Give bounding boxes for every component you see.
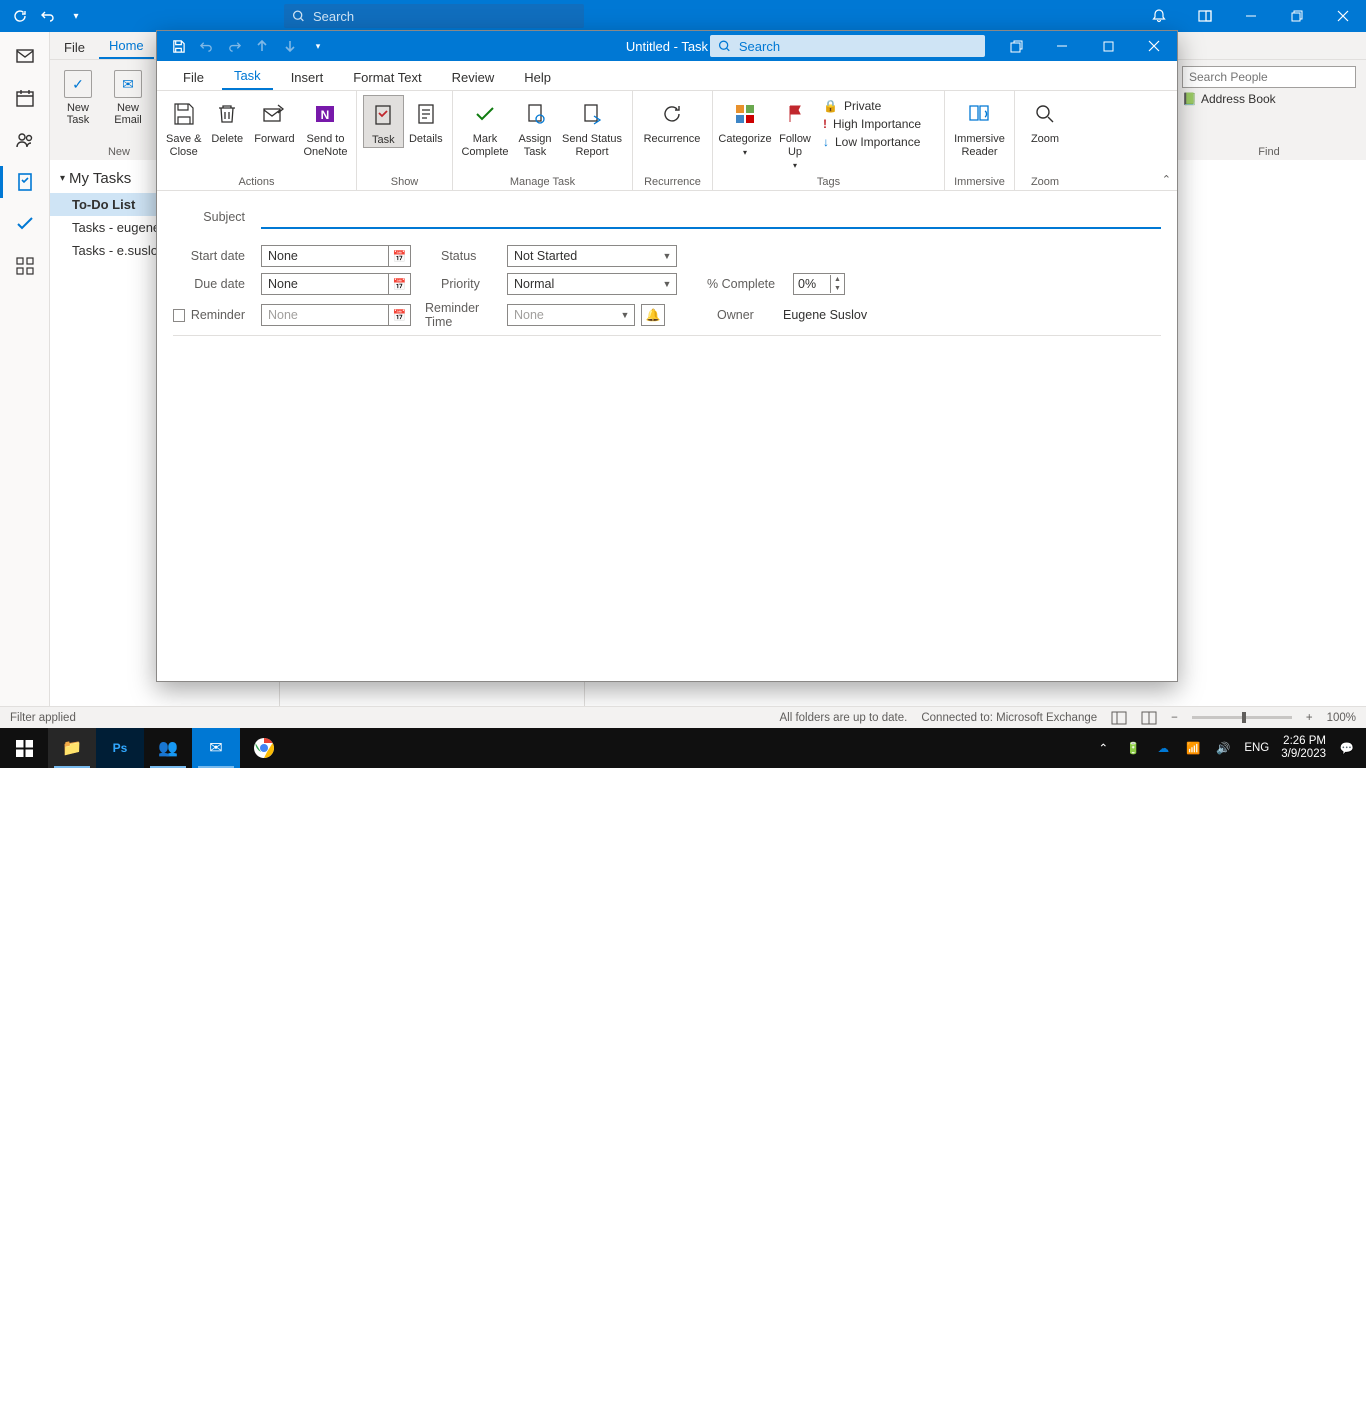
categorize-button[interactable]: Categorize▾ xyxy=(719,95,771,159)
send-to-onenote-button[interactable]: NSend to OneNote xyxy=(301,95,350,159)
start-date-label: Start date xyxy=(173,249,261,263)
subject-label: Subject xyxy=(173,210,261,224)
delete-button[interactable]: Delete xyxy=(206,95,247,146)
assign-task-button[interactable]: Assign Task xyxy=(513,95,557,159)
calendar-icon[interactable]: 📅 xyxy=(388,246,410,266)
reminder-date-field[interactable]: None📅 xyxy=(261,304,411,326)
tasks-icon[interactable] xyxy=(13,170,37,194)
show-details-button[interactable]: Details xyxy=(406,95,446,146)
todo-icon[interactable] xyxy=(13,212,37,236)
sync-icon[interactable] xyxy=(12,8,28,24)
outlook-search-input[interactable] xyxy=(313,9,576,24)
priority-label: Priority xyxy=(437,277,507,291)
status-label: Status xyxy=(437,249,507,263)
chevron-down-icon: ▼ xyxy=(616,310,634,320)
nav-rail xyxy=(0,32,50,728)
undo-icon[interactable] xyxy=(197,37,215,55)
taskbar-explorer[interactable]: 📁 xyxy=(48,728,96,768)
mark-complete-button[interactable]: Mark Complete xyxy=(459,95,511,159)
reminder-time-label: Reminder Time xyxy=(421,301,507,329)
tray-wifi-icon[interactable]: 📶 xyxy=(1184,741,1202,755)
start-button[interactable] xyxy=(0,728,48,768)
prev-item-icon[interactable] xyxy=(253,37,271,55)
tray-volume-icon[interactable]: 🔊 xyxy=(1214,741,1232,755)
tray-clock[interactable]: 2:26 PM3/9/2023 xyxy=(1281,735,1326,761)
reminder-label-wrap: Reminder xyxy=(173,308,261,322)
task-tab-insert[interactable]: Insert xyxy=(279,65,336,90)
recurrence-button[interactable]: Recurrence xyxy=(639,95,705,146)
status-bar: Filter applied All folders are up to dat… xyxy=(0,706,1366,728)
task-tab-task[interactable]: Task xyxy=(222,63,273,90)
next-item-icon[interactable] xyxy=(281,37,299,55)
calendar-icon[interactable] xyxy=(13,86,37,110)
chevron-down-icon: ▼ xyxy=(658,251,676,261)
view-reading-icon[interactable] xyxy=(1141,711,1157,725)
taskbar-teams[interactable]: 👥 xyxy=(144,728,192,768)
calendar-icon[interactable]: 📅 xyxy=(388,305,410,325)
group-show-label: Show xyxy=(363,174,446,188)
forward-button[interactable]: Forward xyxy=(250,95,299,146)
svg-text:N: N xyxy=(321,108,330,122)
group-manage-label: Manage Task xyxy=(459,174,626,188)
tray-language[interactable]: ENG xyxy=(1244,742,1269,754)
save-close-button[interactable]: Save & Close xyxy=(163,95,204,159)
new-email-button[interactable]: ✉New Email xyxy=(106,64,150,144)
tray-chevron-icon[interactable]: ⌃ xyxy=(1094,741,1112,755)
tab-home[interactable]: Home xyxy=(99,34,154,59)
task-tab-file[interactable]: File xyxy=(171,65,216,90)
new-task-button[interactable]: ✓New Task xyxy=(56,64,100,144)
taskbar-photoshop[interactable]: Ps xyxy=(96,728,144,768)
owner-label: Owner xyxy=(713,308,783,322)
tray-notifications-icon[interactable]: 💬 xyxy=(1338,741,1356,755)
group-actions-label: Actions xyxy=(163,174,350,188)
zoom-out-button[interactable]: − xyxy=(1171,712,1178,724)
zoom-slider[interactable] xyxy=(1192,716,1292,719)
group-recurrence-label: Recurrence xyxy=(639,174,706,188)
qat-customize-icon[interactable]: ▾ xyxy=(309,37,327,55)
save-icon[interactable] xyxy=(169,37,187,55)
tray-onedrive-icon[interactable]: ☁ xyxy=(1154,741,1172,755)
qat-customize-icon[interactable]: ▾ xyxy=(68,8,84,24)
filter-status: Filter applied xyxy=(10,712,76,724)
chevron-down-icon: ▼ xyxy=(658,279,676,289)
status-select[interactable]: Not Started▼ xyxy=(507,245,677,267)
mail-icon[interactable] xyxy=(13,44,37,68)
task-tab-help[interactable]: Help xyxy=(512,65,563,90)
due-date-label: Due date xyxy=(173,277,261,291)
taskbar-outlook[interactable]: ✉ xyxy=(192,728,240,768)
sync-status: All folders are up to date. xyxy=(779,712,907,724)
tray-battery-icon[interactable]: 🔋 xyxy=(1124,741,1142,755)
connection-status: Connected to: Microsoft Exchange xyxy=(921,712,1097,724)
send-status-report-button[interactable]: Send Status Report xyxy=(559,95,625,159)
undo-icon[interactable] xyxy=(40,8,56,24)
windows-taskbar: 📁 Ps 👥 ✉ ⌃ 🔋 ☁ 📶 🔊 ENG 2:26 PM3/9/2023 💬 xyxy=(0,728,1366,768)
priority-select[interactable]: Normal▼ xyxy=(507,273,677,295)
taskbar-chrome[interactable] xyxy=(240,728,288,768)
start-date-field[interactable]: None📅 xyxy=(261,245,411,267)
due-date-field[interactable]: None📅 xyxy=(261,273,411,295)
redo-icon[interactable] xyxy=(225,37,243,55)
task-tab-review[interactable]: Review xyxy=(440,65,507,90)
people-icon[interactable] xyxy=(13,128,37,152)
zoom-value: 100% xyxy=(1327,712,1356,724)
calendar-icon[interactable]: 📅 xyxy=(388,274,410,294)
zoom-in-button[interactable]: + xyxy=(1306,712,1313,724)
task-tab-format-text[interactable]: Format Text xyxy=(341,65,433,90)
tab-file[interactable]: File xyxy=(54,36,95,59)
more-apps-icon[interactable] xyxy=(13,254,37,278)
bell-icon: 🔔 xyxy=(646,308,661,322)
show-task-button[interactable]: Task xyxy=(363,95,404,148)
view-normal-icon[interactable] xyxy=(1111,11,1127,1425)
chevron-down-icon: ▾ xyxy=(60,173,65,184)
reminder-sound-button[interactable]: 🔔 xyxy=(641,304,665,326)
reminder-checkbox[interactable] xyxy=(173,309,185,322)
outlook-search[interactable] xyxy=(284,4,584,28)
reminder-time-select[interactable]: None▼ xyxy=(507,304,635,326)
